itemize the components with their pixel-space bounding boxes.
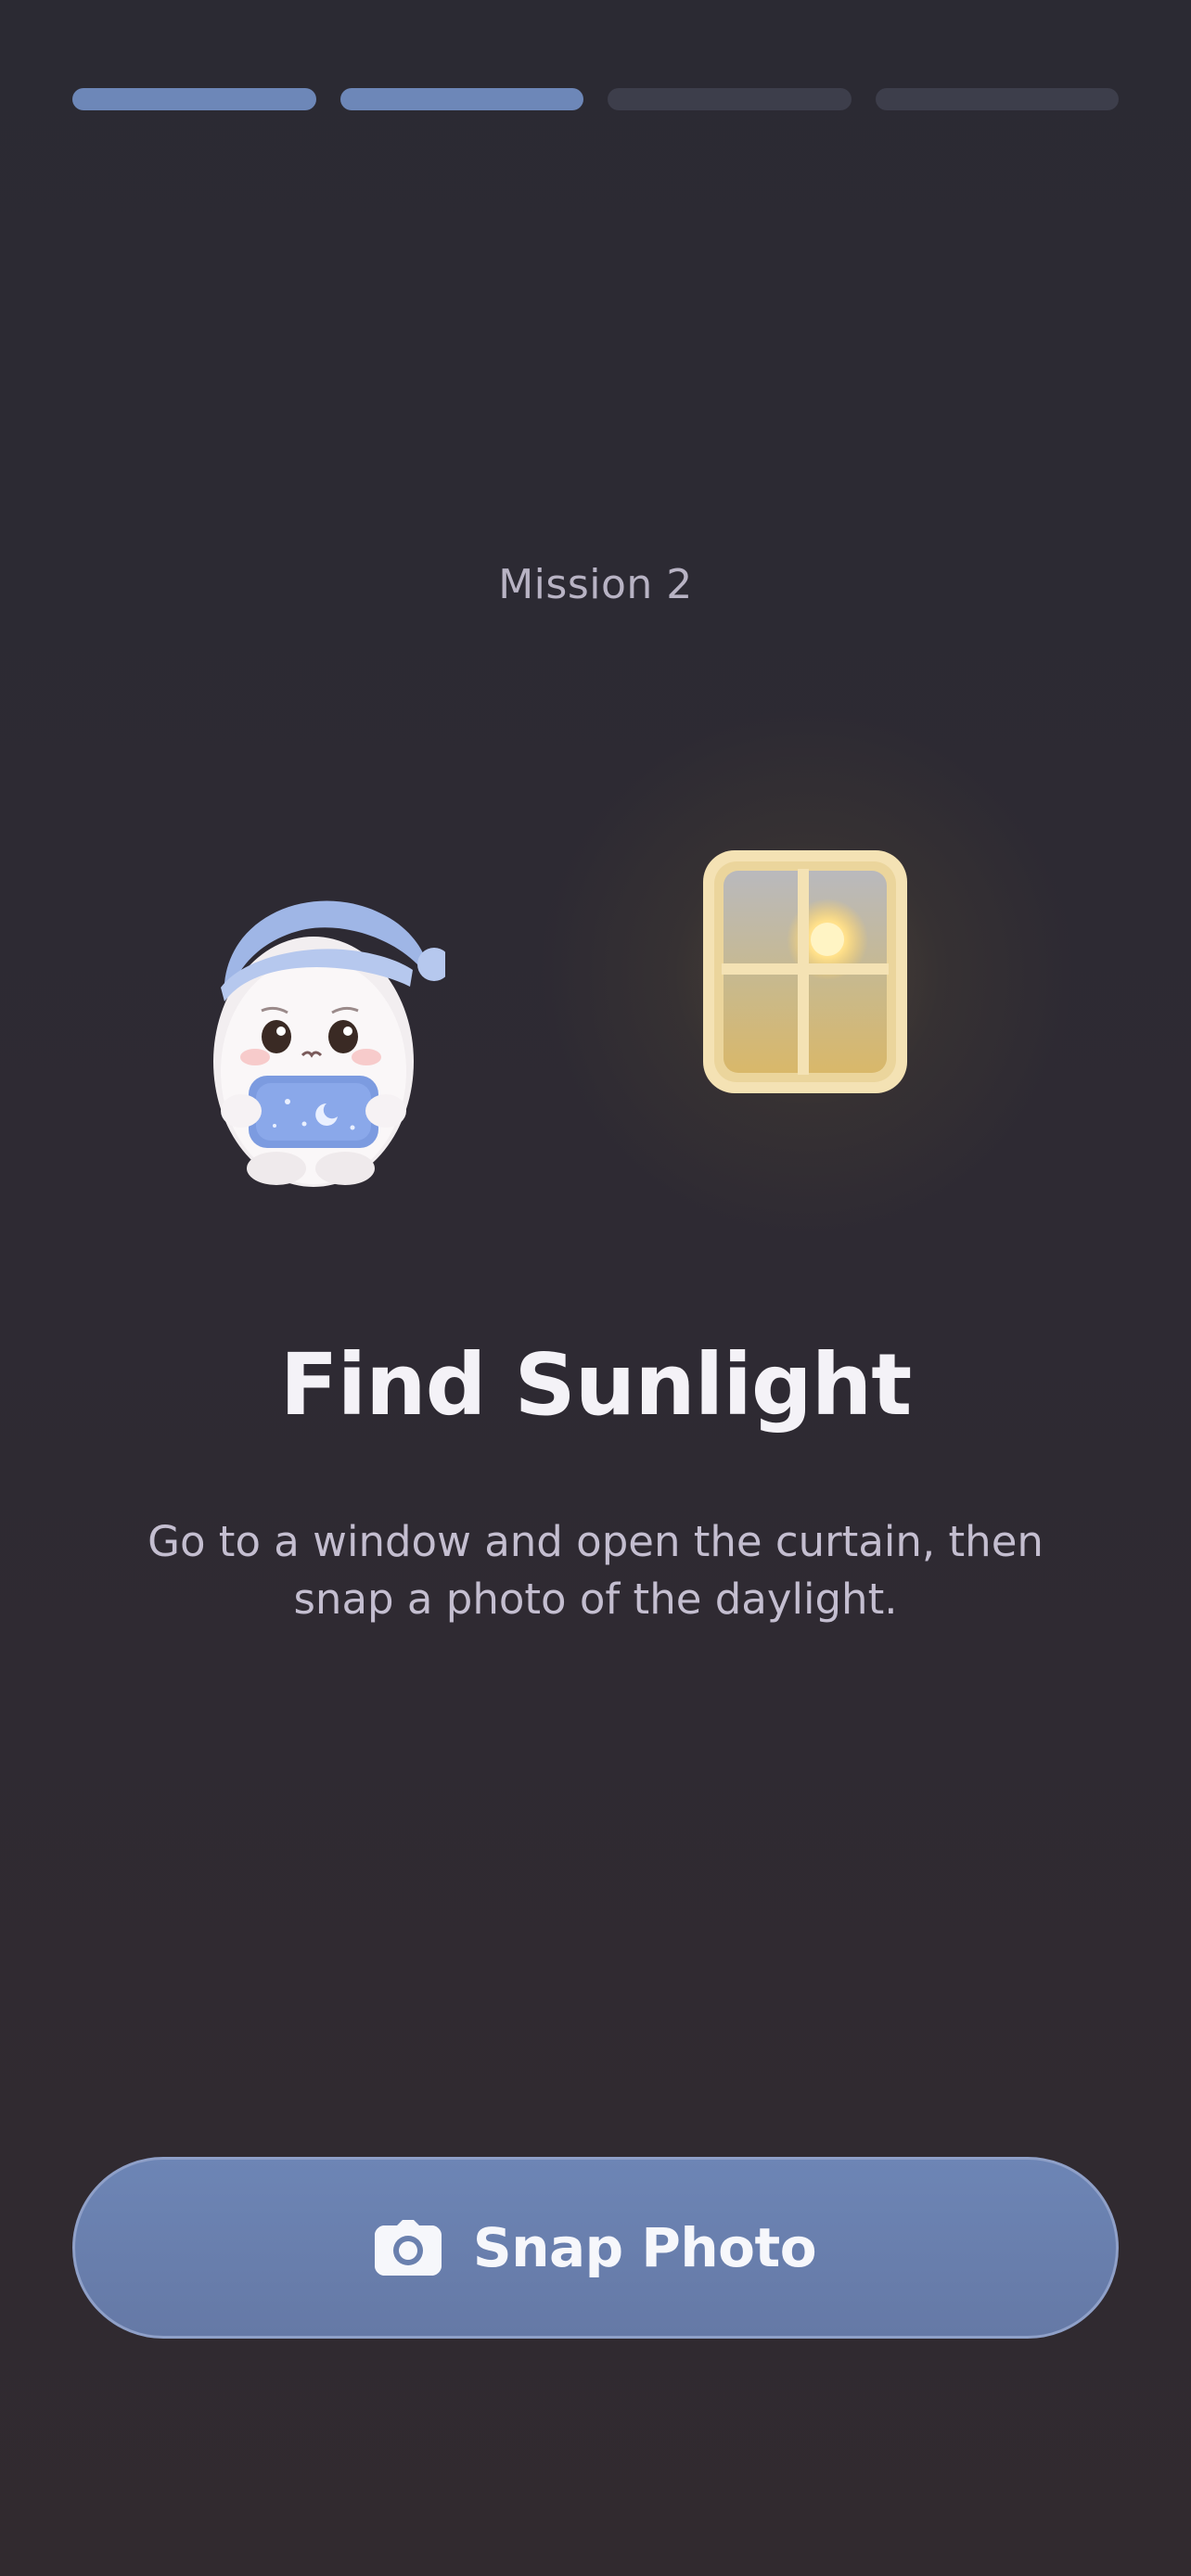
snap-photo-label: Snap Photo [472, 2216, 817, 2279]
progress-segment-2 [339, 88, 583, 110]
progress-segment-3 [608, 88, 852, 110]
camera-icon [374, 2220, 442, 2276]
sleepy-mascot-icon [204, 872, 451, 1209]
mission-illustration [0, 705, 1191, 1243]
progress-segment-4 [875, 88, 1119, 110]
progress-segment-1 [72, 88, 316, 110]
mission-label: Mission 2 [498, 561, 693, 608]
snap-photo-button[interactable]: Snap Photo [72, 2157, 1119, 2339]
mission-progress-bar [72, 88, 1119, 110]
mission-title: Find Sunlight [279, 1335, 912, 1435]
mission-description: Go to a window and open the curtain, the… [147, 1517, 1044, 1624]
sunlit-window-icon [701, 848, 909, 1099]
